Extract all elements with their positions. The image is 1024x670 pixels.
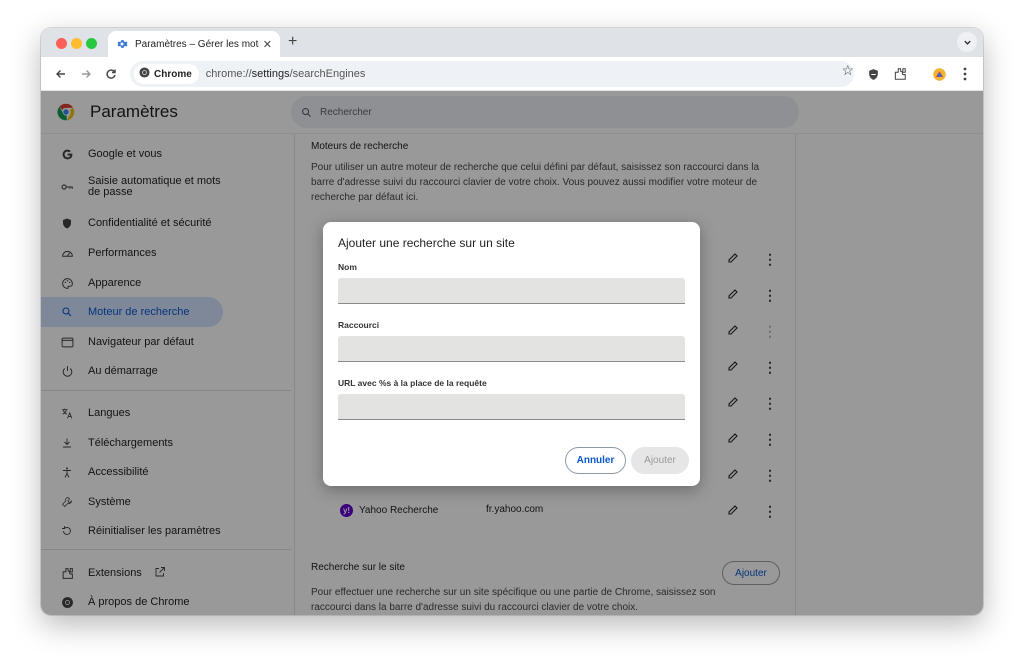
tab-strip: Paramètres – Gérer les moteurs ✕ + (41, 28, 983, 57)
more-vertical-icon[interactable] (956, 65, 974, 83)
dialog-title: Ajouter une recherche sur un site (338, 236, 515, 250)
shield-extension-icon[interactable] (864, 65, 882, 83)
cancel-button[interactable]: Annuler (565, 447, 626, 474)
add-site-search-dialog: Ajouter une recherche sur un site Nom Ra… (323, 222, 700, 486)
tab-search-chevron-icon[interactable] (957, 32, 977, 52)
chrome-logo-icon (139, 67, 150, 81)
tab-close-icon[interactable]: ✕ (263, 38, 272, 51)
puzzle-extensions-icon[interactable] (891, 65, 909, 83)
url-field[interactable] (338, 394, 685, 420)
tab-settings[interactable]: Paramètres – Gérer les moteurs ✕ (108, 31, 280, 57)
toolbar: Chrome chrome://settings/searchEngines ☆ (41, 57, 983, 91)
name-field[interactable] (338, 278, 685, 304)
url-label: URL avec %s à la place de la requête (338, 378, 487, 388)
url-text: chrome://settings/searchEngines (205, 68, 366, 80)
shortcut-field[interactable] (338, 336, 685, 362)
back-arrow-icon[interactable] (51, 64, 71, 84)
shortcut-label: Raccourci (338, 320, 380, 330)
chip-label: Chrome (154, 68, 192, 80)
new-tab-button[interactable]: + (288, 33, 297, 51)
add-button[interactable]: Ajouter (631, 447, 689, 474)
maximize-window-button[interactable] (86, 38, 97, 49)
site-info-chip[interactable]: Chrome (134, 64, 199, 84)
profile-avatar-icon[interactable] (930, 65, 948, 83)
name-label: Nom (338, 262, 357, 272)
close-window-button[interactable] (56, 38, 67, 49)
tab-title: Paramètres – Gérer les moteurs (135, 38, 259, 50)
settings-gear-icon (116, 38, 128, 50)
reload-icon[interactable] (101, 64, 121, 84)
address-bar[interactable]: Chrome chrome://settings/searchEngines (130, 61, 854, 87)
bookmark-star-icon[interactable]: ☆ (841, 62, 854, 79)
minimize-window-button[interactable] (71, 38, 82, 49)
forward-arrow-icon[interactable] (76, 64, 96, 84)
